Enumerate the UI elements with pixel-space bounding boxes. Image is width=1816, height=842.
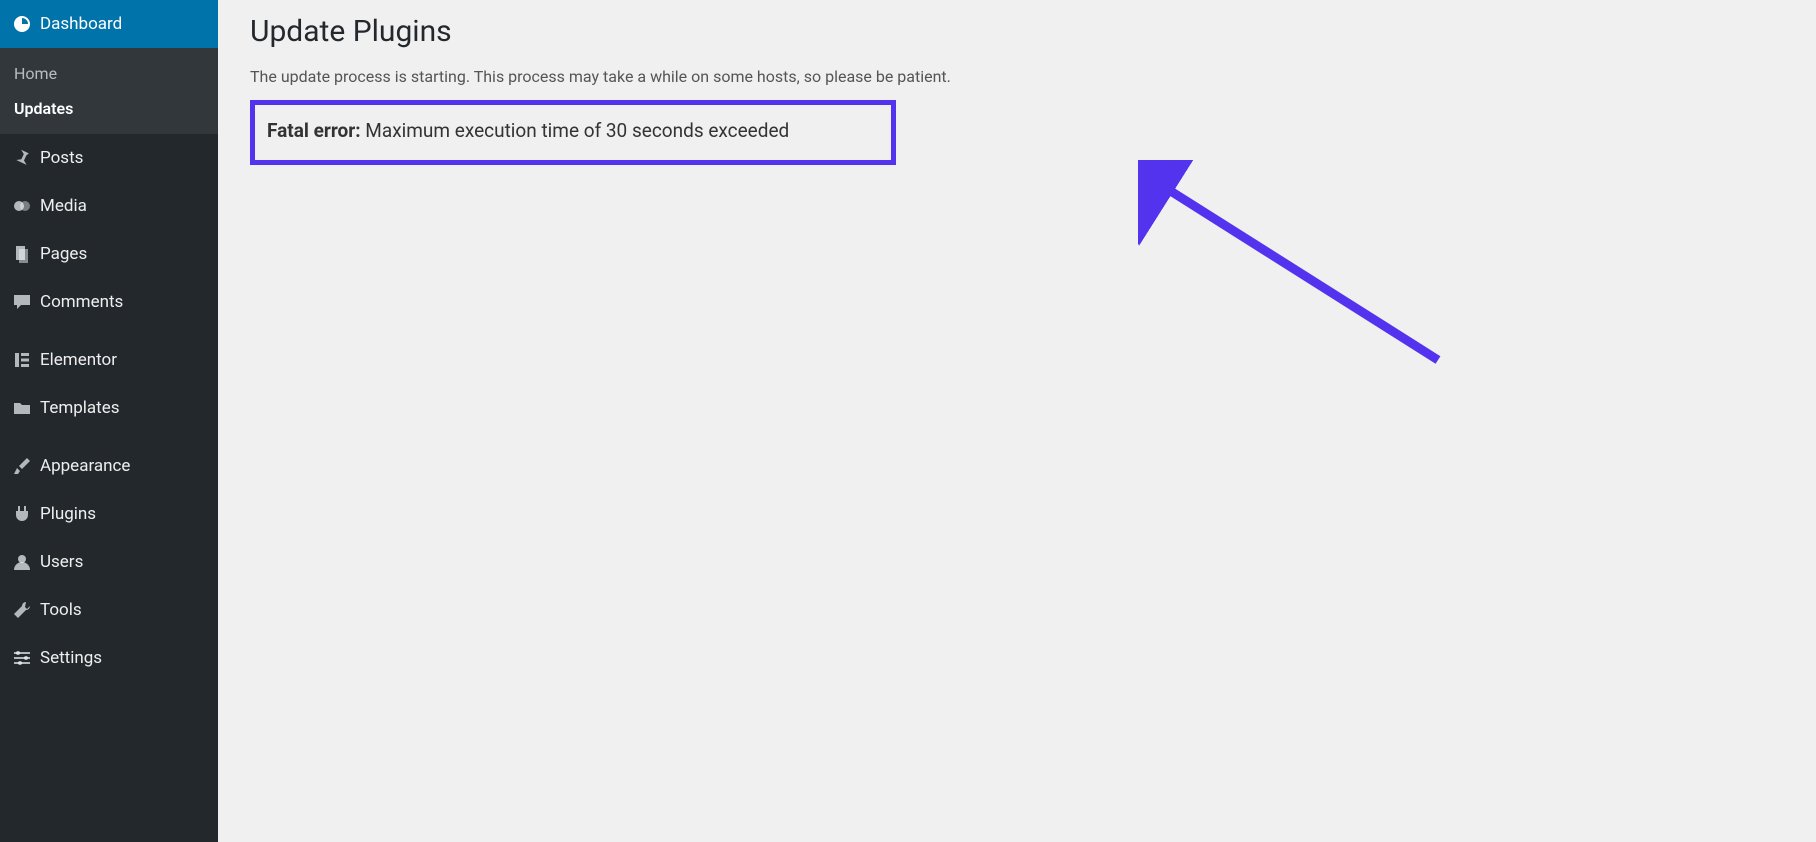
sidebar-item-media[interactable]: Media xyxy=(0,182,218,230)
sidebar-item-tools[interactable]: Tools xyxy=(0,586,218,634)
pin-icon xyxy=(12,148,40,168)
sidebar-item-users[interactable]: Users xyxy=(0,538,218,586)
sidebar-item-templates[interactable]: Templates xyxy=(0,384,218,432)
sidebar-item-plugins[interactable]: Plugins xyxy=(0,490,218,538)
elementor-icon xyxy=(12,350,40,370)
sidebar-label: Posts xyxy=(40,148,83,168)
sidebar-separator xyxy=(0,432,218,442)
sidebar-item-elementor[interactable]: Elementor xyxy=(0,336,218,384)
sidebar-label: Media xyxy=(40,196,87,216)
sidebar-label: Dashboard xyxy=(40,14,122,34)
main-content: Update Plugins The update process is sta… xyxy=(218,0,1816,842)
page-title: Update Plugins xyxy=(250,14,1784,49)
plug-icon xyxy=(12,504,40,524)
sidebar-item-appearance[interactable]: Appearance xyxy=(0,442,218,490)
admin-sidebar: Dashboard Home Updates Posts Media Pages… xyxy=(0,0,218,842)
sidebar-label: Appearance xyxy=(40,456,130,476)
comment-icon xyxy=(12,292,40,312)
folder-icon xyxy=(12,398,40,418)
brush-icon xyxy=(12,456,40,476)
sidebar-sub-home[interactable]: Home xyxy=(0,56,218,91)
sidebar-label: Settings xyxy=(40,648,102,668)
user-icon xyxy=(12,552,40,572)
sidebar-label: Plugins xyxy=(40,504,96,524)
fatal-error-box: Fatal error: Maximum execution time of 3… xyxy=(250,100,896,165)
sidebar-label: Pages xyxy=(40,244,87,264)
sidebar-item-dashboard[interactable]: Dashboard xyxy=(0,0,218,48)
sidebar-item-posts[interactable]: Posts xyxy=(0,134,218,182)
sidebar-submenu: Home Updates xyxy=(0,48,218,134)
sidebar-label: Comments xyxy=(40,292,123,312)
update-info-text: The update process is starting. This pro… xyxy=(250,67,1784,86)
media-icon xyxy=(12,196,40,216)
sidebar-item-settings[interactable]: Settings xyxy=(0,634,218,682)
sidebar-label: Users xyxy=(40,552,83,572)
fatal-error-message: Maximum execution time of 30 seconds exc… xyxy=(361,119,790,142)
sidebar-separator xyxy=(0,326,218,336)
annotation-arrow xyxy=(1138,160,1458,380)
fatal-error-label: Fatal error: xyxy=(267,119,361,142)
sidebar-label: Templates xyxy=(40,398,120,418)
page-icon xyxy=(12,244,40,264)
sidebar-item-comments[interactable]: Comments xyxy=(0,278,218,326)
wrench-icon xyxy=(12,600,40,620)
dashboard-icon xyxy=(12,14,40,34)
sidebar-label: Tools xyxy=(40,600,82,620)
sidebar-label: Elementor xyxy=(40,350,117,370)
sidebar-item-pages[interactable]: Pages xyxy=(0,230,218,278)
sidebar-sub-updates[interactable]: Updates xyxy=(0,91,218,126)
sliders-icon xyxy=(12,648,40,668)
